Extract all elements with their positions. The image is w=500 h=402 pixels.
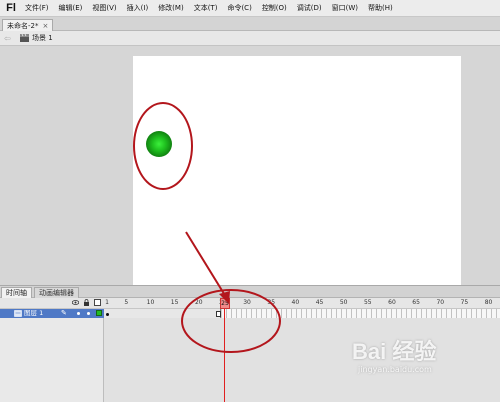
frame-ruler[interactable]: 15101520253035404550556065707580 [104,298,500,309]
frame-tick-50: 50 [339,299,348,306]
eye-icon[interactable] [71,299,80,306]
playhead-line [224,309,225,402]
menu-insert[interactable]: 插入(I) [122,3,154,13]
tab-timeline[interactable]: 时间轴 [1,287,32,298]
watermark-brand: Bai 经验 [352,339,437,364]
frame-tick-45: 45 [315,299,324,306]
close-icon[interactable]: × [42,22,48,30]
back-arrow-icon[interactable]: ⇦ [4,34,16,43]
frame-tick-35: 35 [267,299,276,306]
frame-tick-55: 55 [363,299,372,306]
frame-tick-30: 30 [243,299,251,306]
layer-name[interactable]: 图层 1 [24,309,43,318]
frame-tick-10: 10 [146,299,155,306]
scene-clapper-icon [20,33,29,42]
menu-file[interactable]: 文件(F) [20,3,54,13]
outline-color-swatch[interactable] [96,310,102,316]
menu-control[interactable]: 控制(O) [257,3,292,13]
workspace [0,46,500,286]
layer-list-area [0,318,104,402]
menu-modify[interactable]: 修改(M) [153,3,189,13]
visibility-dot[interactable] [77,312,80,315]
lock-dot[interactable] [87,312,90,315]
frame-tick-75: 75 [460,299,469,306]
annotation-circle-ball [133,102,193,190]
frame-tick-15: 15 [170,299,179,306]
watermark: Bai 经验 jingyan.baidu.com [352,334,492,394]
lock-icon[interactable] [83,299,90,306]
empty-frames[interactable] [222,309,500,318]
watermark-url: jingyan.baidu.com [358,365,432,374]
keyframe-start[interactable] [106,313,109,316]
timeline-header: 15101520253035404550556065707580 [0,298,500,309]
menu-text[interactable]: 文本(T) [189,3,223,13]
pencil-icon: ✎ [61,309,67,317]
keyframe-end[interactable] [216,311,221,317]
frame-tick-60: 60 [388,299,396,306]
frame-tick-70: 70 [436,299,445,306]
timeline-tab-bar: 时间轴 动画编辑器 [0,286,500,298]
app-logo: Fl [6,2,16,14]
frame-tick-20: 20 [194,299,203,306]
frame-tick-5: 5 [124,299,129,306]
menu-bar: Fl 文件(F) 编辑(E) 视图(V) 插入(I) 修改(M) 文本(T) 命… [0,0,500,17]
layer-page-icon [14,310,22,317]
menu-window[interactable]: 窗口(W) [327,3,363,13]
edit-bar: ⇦ 场景 1 [0,31,500,46]
frame-tick-1: 1 [105,299,109,306]
layer-header-icons [71,299,101,306]
playhead[interactable]: 25 [220,298,230,309]
layer-info[interactable]: 图层 1 ✎ [0,309,104,318]
frame-tick-80: 80 [484,299,493,306]
menu-debug[interactable]: 调试(D) [292,3,327,13]
flash-window: Fl 文件(F) 编辑(E) 视图(V) 插入(I) 修改(M) 文本(T) 命… [0,0,500,402]
frame-tick-40: 40 [291,299,300,306]
frame-tick-65: 65 [412,299,420,306]
tab-motion-editor[interactable]: 动画编辑器 [34,287,79,298]
frame-strip[interactable] [104,309,500,318]
document-tab-bar: 未命名-2* × [0,17,500,31]
layer-row[interactable]: 图层 1 ✎ [0,309,500,318]
menu-commands[interactable]: 命令(C) [222,3,256,13]
frame-span[interactable] [104,309,221,318]
menu-help[interactable]: 帮助(H) [363,3,398,13]
outline-square-icon[interactable] [94,299,101,306]
menu-edit[interactable]: 编辑(E) [54,3,88,13]
menu-view[interactable]: 视图(V) [87,3,121,13]
document-tab-title: 未命名-2* [7,21,39,30]
scene-label[interactable]: 场景 1 [32,33,53,43]
document-tab[interactable]: 未命名-2* × [2,19,54,31]
